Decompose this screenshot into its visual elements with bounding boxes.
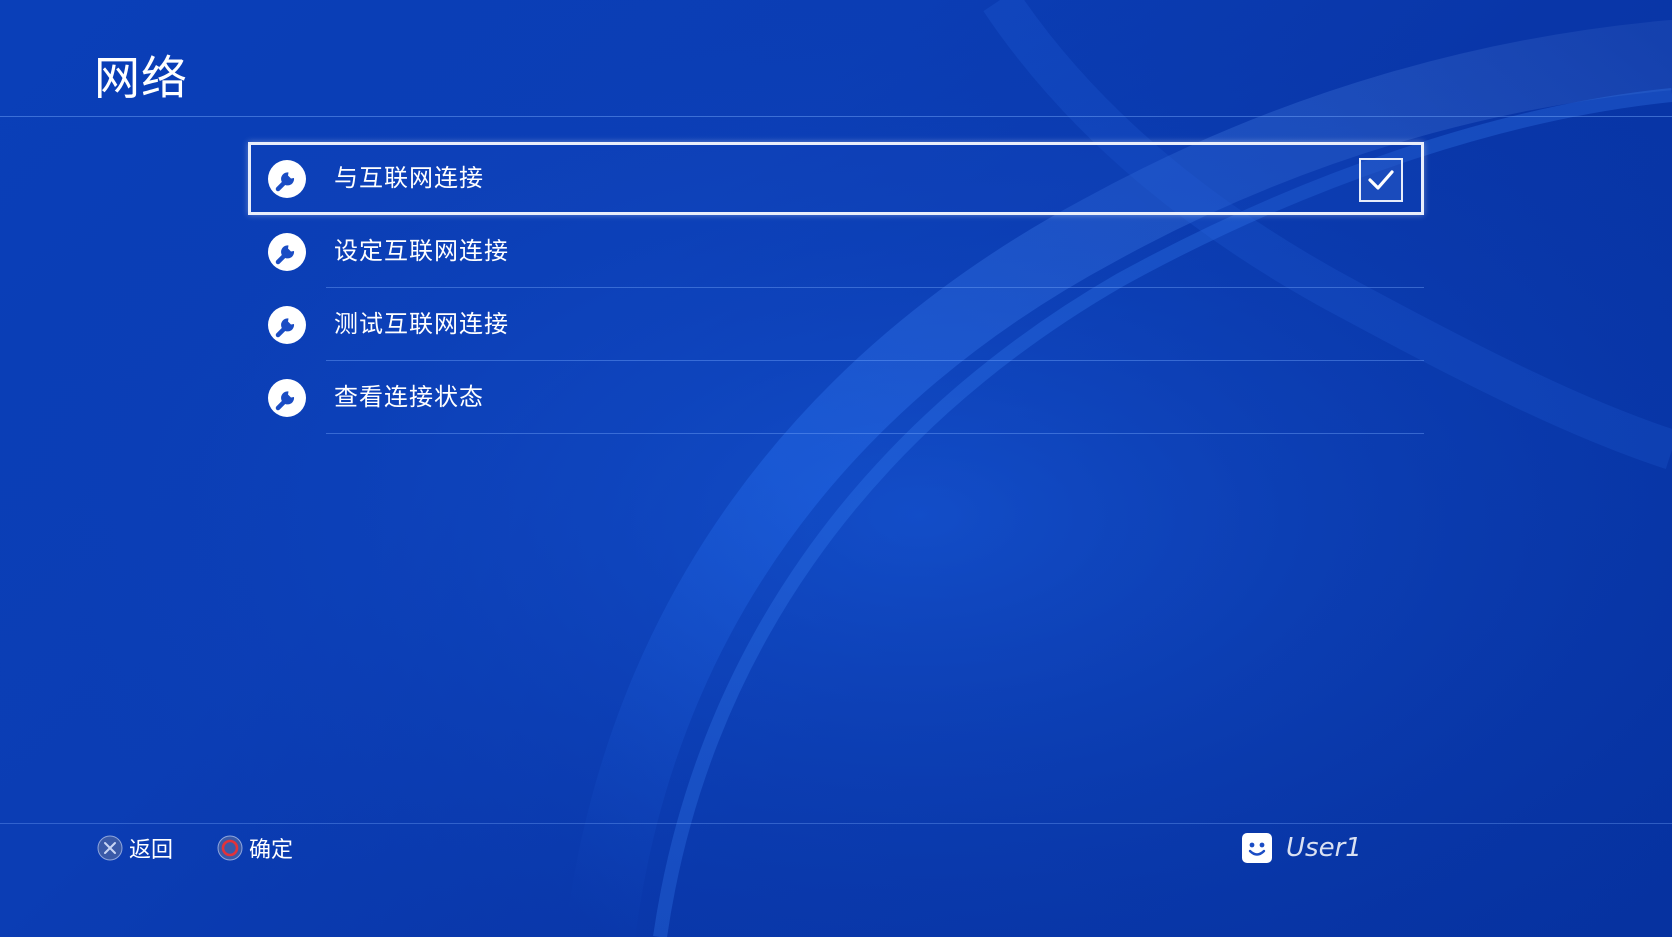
menu-item-connect-to-internet[interactable]: 与互联网连接 — [248, 142, 1424, 215]
menu-item-label: 测试互联网连接 — [334, 310, 509, 338]
user-name: User1 — [1286, 833, 1362, 863]
cross-button-icon — [97, 835, 123, 861]
checkmark-icon — [1368, 170, 1394, 190]
background-wave-decoration — [0, 0, 1672, 937]
back-label: 返回 — [129, 838, 174, 863]
network-menu: 与互联网连接 设定互联网连接 测试互联网连接 查看连接状态 — [248, 142, 1424, 434]
menu-item-label: 设定互联网连接 — [334, 237, 509, 265]
circle-button-icon — [217, 835, 243, 861]
item-divider — [326, 433, 1424, 434]
wrench-icon — [268, 233, 306, 271]
wrench-icon — [268, 306, 306, 344]
footer-divider — [0, 823, 1672, 824]
back-button-hint[interactable]: 返回 — [97, 830, 173, 866]
wrench-icon — [268, 379, 306, 417]
menu-item-view-connection-status[interactable]: 查看连接状态 — [248, 361, 1424, 434]
menu-item-test-internet-connection[interactable]: 测试互联网连接 — [248, 288, 1424, 361]
confirm-button-hint[interactable]: 确定 — [217, 830, 293, 866]
user-indicator: User1 — [1242, 830, 1362, 866]
page-title: 网络 — [94, 51, 188, 105]
avatar-face-icon — [1242, 833, 1272, 863]
menu-item-setup-internet-connection[interactable]: 设定互联网连接 — [248, 215, 1424, 288]
confirm-label: 确定 — [249, 838, 294, 863]
menu-item-label: 查看连接状态 — [334, 383, 484, 411]
checkbox-connect-to-internet[interactable] — [1359, 158, 1403, 202]
menu-item-label: 与互联网连接 — [334, 164, 484, 192]
header-divider — [0, 116, 1672, 117]
wrench-icon — [268, 160, 306, 198]
network-settings-screen: 网络 与互联网连接 设定互联网连接 测试互联网连接 查看连接状态 返回 确定 U… — [0, 0, 1672, 937]
